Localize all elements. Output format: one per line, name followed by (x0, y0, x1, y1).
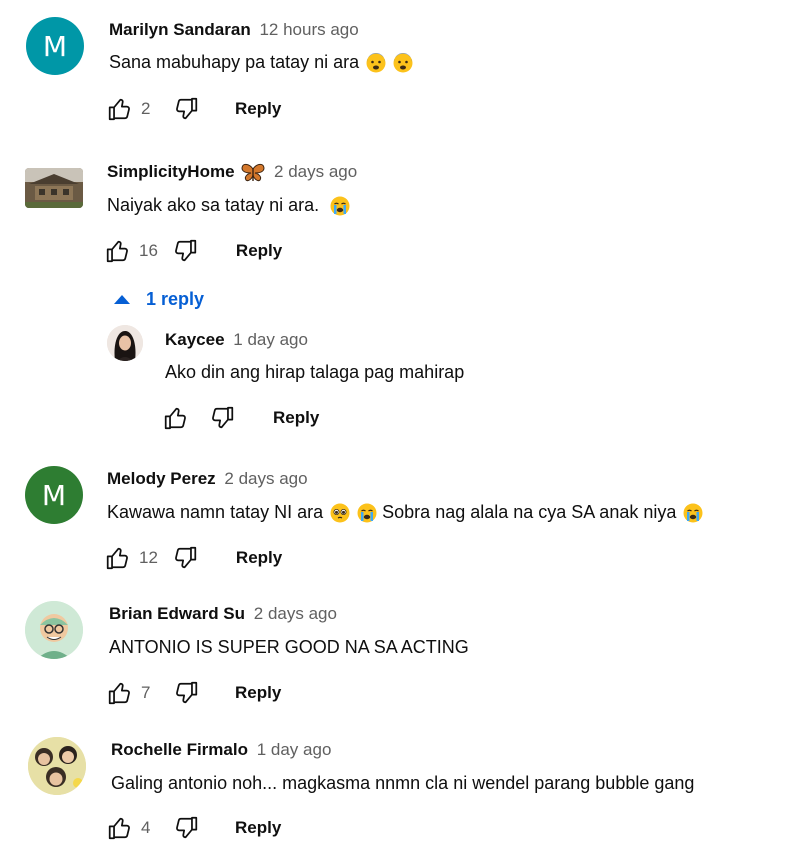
reply-button[interactable]: Reply (236, 548, 282, 568)
comment-author[interactable]: Melody Perez (107, 469, 216, 488)
comment-time[interactable]: 12 hours ago (259, 20, 358, 39)
comment-text-part-2: Sobra nag alala na cya SA anak niya (382, 502, 677, 522)
dislike-icon[interactable] (172, 238, 198, 264)
reply-button[interactable]: Reply (236, 241, 282, 261)
like-icon[interactable] (107, 680, 133, 706)
like-icon[interactable] (163, 405, 189, 431)
caret-up-icon (114, 295, 130, 304)
group-photo-icon (28, 737, 86, 795)
comment-actions: 16 Reply (105, 236, 282, 266)
comment-text: Kawawa namn tatay NI ara Sobra nag alala… (107, 502, 703, 523)
cartoon-avatar-icon (25, 601, 83, 659)
avatar[interactable]: M (25, 466, 83, 524)
comment-actions: Reply (163, 403, 319, 433)
comment-text: Sana mabuhapy pa tatay ni ara (109, 52, 413, 73)
dislike-icon[interactable] (172, 545, 198, 571)
dislike-icon[interactable] (173, 815, 199, 841)
reply-button[interactable]: Reply (235, 818, 281, 838)
like-icon[interactable] (107, 96, 133, 122)
comment-author[interactable]: Kaycee (165, 330, 225, 349)
comment-actions: 12 Reply (105, 543, 282, 573)
avatar[interactable] (107, 325, 143, 361)
comment-author[interactable]: Marilyn Sandaran (109, 20, 251, 39)
house-photo-icon (25, 168, 83, 208)
comment-time[interactable]: 2 days ago (224, 469, 307, 488)
avatar[interactable] (28, 737, 86, 795)
like-count: 16 (139, 241, 158, 260)
comment-text: Naiyak ako sa tatay ni ara. (107, 195, 350, 216)
comment-author[interactable]: SimplicityHome (107, 162, 235, 181)
replies-toggle-button[interactable]: 1 reply (114, 289, 204, 310)
reply-button[interactable]: Reply (235, 99, 281, 119)
comment-header: Brian Edward Su 2 days ago (109, 604, 337, 624)
comment-header: Kaycee 1 day ago (165, 330, 308, 350)
comment-time[interactable]: 1 day ago (257, 740, 332, 759)
dislike-icon[interactable] (173, 680, 199, 706)
like-icon[interactable] (107, 815, 133, 841)
worried-face-emoji (366, 53, 386, 73)
butterfly-emoji (241, 163, 265, 183)
comment-header: Rochelle Firmalo 1 day ago (111, 740, 331, 760)
dislike-icon[interactable] (209, 405, 235, 431)
dislike-icon[interactable] (173, 96, 199, 122)
comment-text: Galing antonio noh... magkasma nnmn cla … (111, 773, 694, 794)
replies-toggle-label: 1 reply (146, 289, 205, 309)
avatar-letter: M (41, 478, 67, 512)
avatar[interactable]: M (26, 17, 84, 75)
avatar[interactable] (25, 601, 83, 659)
like-count: 4 (141, 818, 151, 837)
like-count: 7 (141, 683, 151, 702)
worried-face-emoji (393, 53, 413, 73)
avatar[interactable] (25, 168, 83, 208)
comment-time[interactable]: 2 days ago (274, 162, 357, 181)
reply-button[interactable]: Reply (235, 683, 281, 703)
comment-text-body: ANTONIO IS SUPER GOOD NA SA ACTING (109, 637, 469, 657)
comment-text-body: Ako din ang hirap talaga pag mahirap (165, 362, 465, 382)
comment-text: ANTONIO IS SUPER GOOD NA SA ACTING (109, 637, 469, 658)
comment-author[interactable]: Brian Edward Su (109, 604, 245, 623)
pleading-face-emoji (330, 503, 350, 523)
comment-actions: 4 Reply (107, 813, 281, 843)
comment-time[interactable]: 2 days ago (254, 604, 337, 623)
like-icon[interactable] (105, 238, 131, 264)
comment-header: Marilyn Sandaran 12 hours ago (109, 20, 359, 40)
avatar-letter: M (42, 29, 68, 63)
loudly-crying-face-emoji (683, 503, 703, 523)
comment-time[interactable]: 1 day ago (233, 330, 308, 349)
comment-actions: 2 Reply (107, 94, 281, 124)
comment-text-part-1: Kawawa namn tatay NI ara (107, 502, 324, 522)
comment-header: SimplicityHome 2 days ago (107, 162, 357, 183)
comment-text-body: Naiyak ako sa tatay ni ara. (107, 195, 320, 215)
loudly-crying-face-emoji (330, 196, 350, 216)
like-count: 12 (139, 548, 158, 567)
comment-text: Ako din ang hirap talaga pag mahirap (165, 362, 464, 383)
comment-actions: 7 Reply (107, 678, 281, 708)
like-count: 2 (141, 99, 151, 118)
comment-text-body: Sana mabuhapy pa tatay ni ara (109, 52, 360, 72)
like-icon[interactable] (105, 545, 131, 571)
reply-button[interactable]: Reply (273, 408, 319, 428)
loudly-crying-face-emoji (357, 503, 377, 523)
person-photo-icon (107, 325, 143, 361)
comment-text-body: Galing antonio noh... magkasma nnmn cla … (111, 773, 695, 793)
comment-header: Melody Perez 2 days ago (107, 469, 308, 489)
comment-author[interactable]: Rochelle Firmalo (111, 740, 248, 759)
